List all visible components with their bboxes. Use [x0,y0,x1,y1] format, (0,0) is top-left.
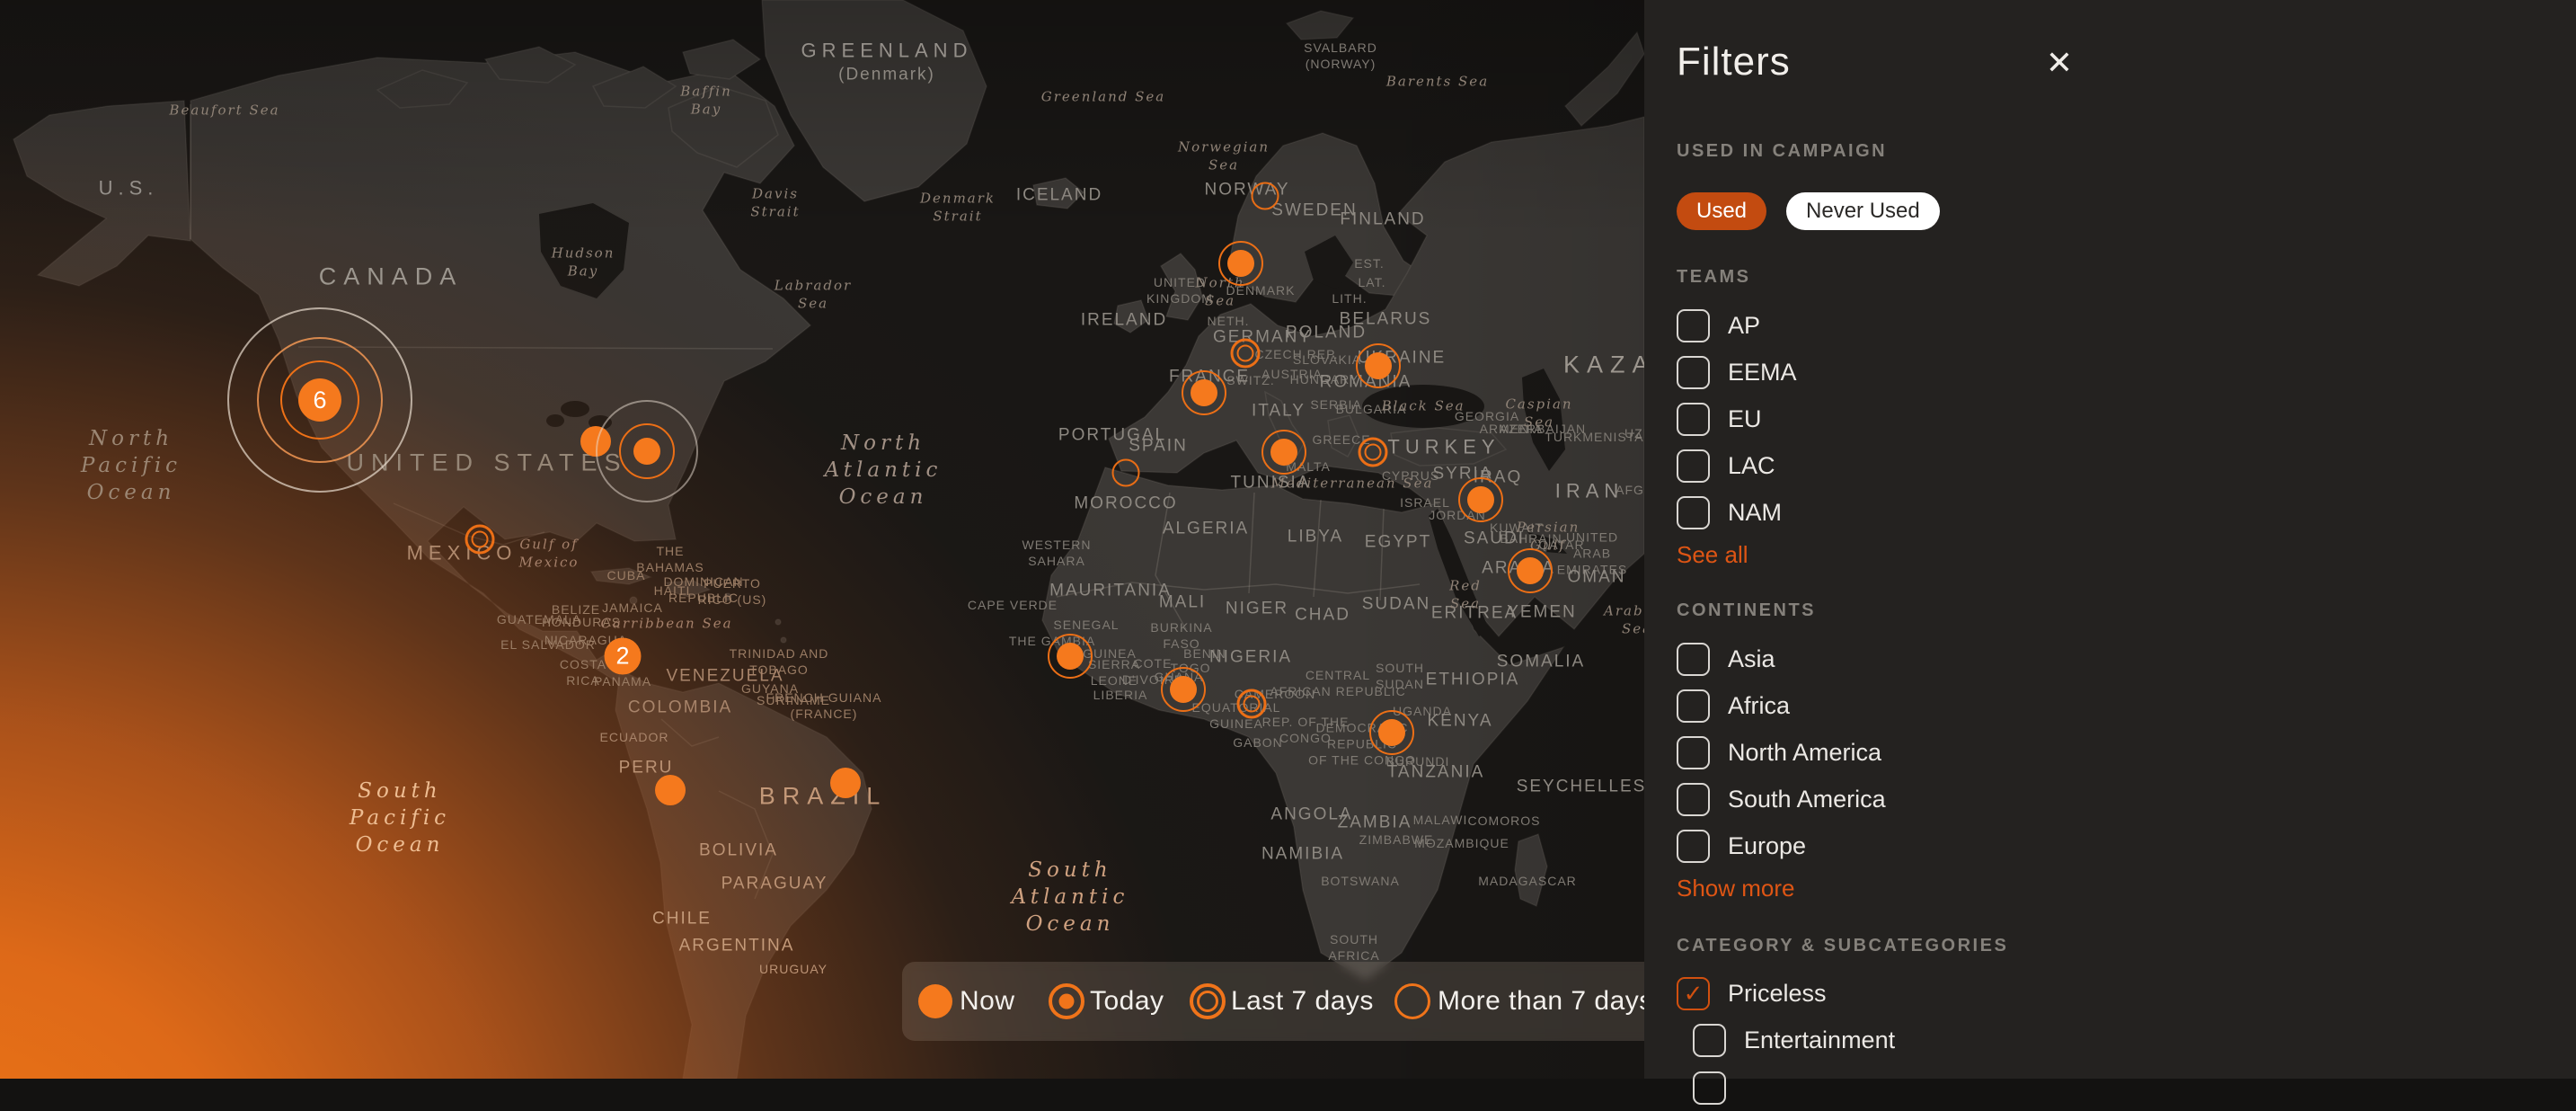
checkbox-label: Africa [1728,692,1790,720]
checkbox[interactable] [1677,830,1710,863]
checkbox[interactable] [1677,736,1710,769]
continents-list: Asia Africa North America South America Euro… [1677,635,2576,876]
map-marker-ukraine[interactable] [1365,352,1392,379]
checkbox-row-north-america[interactable]: North America [1677,729,1881,776]
checkbox[interactable] [1693,1071,1726,1105]
legend-item-now [918,962,952,1041]
teams-list: AP EEMA EU LAC NAM [1677,302,2576,543]
checkbox-row-asia[interactable]: Asia [1677,635,1775,682]
checkbox[interactable] [1693,1024,1726,1057]
map-marker-brazil[interactable] [830,768,861,798]
checkbox-row-ap[interactable]: AP [1677,302,1760,349]
map-marker-greece[interactable] [1359,438,1388,467]
checkbox-checked-icon[interactable] [1677,977,1710,1010]
map-markers-layer: 62 [0,0,1644,1079]
checkbox-label: Europe [1728,832,1806,860]
map-legend: NowTodayLast 7 daysMore than 7 days ago [902,962,1711,1041]
legend-item-today [1049,962,1084,1041]
map-marker-norway[interactable] [1252,182,1279,210]
checkbox[interactable] [1677,449,1710,483]
map-marker-ghana[interactable] [1170,676,1197,703]
checkbox-label: Asia [1728,645,1775,673]
checkbox-row-nam[interactable]: NAM [1677,489,1782,536]
map-marker-germany[interactable] [1231,339,1261,369]
map-marker-dr-congo[interactable] [1378,719,1405,746]
marker-count: 6 [313,387,326,414]
checkbox[interactable] [1677,496,1710,529]
app-root: U.S.CANADAUNITED STATESMEXICOBRAZILKAZAK… [0,0,2576,1079]
chip-never-used[interactable]: Never Used [1786,192,1940,230]
checkbox[interactable] [1677,643,1710,676]
checkbox-row-europe[interactable]: Europe [1677,822,1806,869]
section-used-in-campaign-label: USED IN CAMPAIGN [1677,141,1887,162]
categories-list: Priceless Entertainment [1677,970,2576,1079]
map-marker-denmark[interactable] [1227,250,1254,277]
map-marker-us-west-cluster[interactable]: 6 [298,378,341,422]
map-marker-saudi-arabia[interactable] [1517,557,1544,584]
double-legend-icon [1190,983,1226,1019]
panel-title: Filters [1677,40,1791,84]
checkbox-row-lac[interactable]: LAC [1677,442,1775,489]
checkbox-row-priceless[interactable]: Priceless [1677,970,1827,1017]
checkbox-row-eu[interactable]: EU [1677,396,1762,442]
map-marker-iraq[interactable] [1467,486,1494,513]
checkbox-label: AP [1728,312,1760,340]
map-marker-us-east[interactable] [633,438,660,465]
checkbox[interactable] [1677,403,1710,436]
continents-show-more-link[interactable]: Show more [1677,875,1795,902]
legend-label: Last 7 days [1231,962,1374,1041]
used-in-campaign-chips: Used Never Used [1677,192,1940,230]
map-marker-central-america-cluster[interactable]: 2 [605,638,642,675]
checkbox-row-south-america[interactable]: South America [1677,776,1886,822]
checkbox[interactable] [1677,783,1710,816]
checkbox-label: LAC [1728,452,1775,480]
checkbox-row-entertainment[interactable]: Entertainment [1693,1018,1895,1064]
solid-legend-icon [918,984,952,1018]
legend-label: Now [960,962,1015,1041]
map-marker-guinea[interactable] [1057,643,1084,670]
section-teams-label: TEAMS [1677,267,1751,288]
checkbox-label: Priceless [1728,980,1827,1008]
map-marker-peru[interactable] [655,775,686,805]
filters-panel: Filters ✕ USED IN CAMPAIGN Used Never Use… [1644,0,2576,1079]
map-marker-morocco[interactable] [1112,459,1140,487]
checkbox-label: South America [1728,786,1886,813]
section-categories-label: CATEGORY & SUBCATEGORIES [1677,936,2008,956]
checkbox-row-eema[interactable]: EEMA [1677,349,1797,396]
teams-see-all-link[interactable]: See all [1677,541,1748,569]
checkbox-label: NAM [1728,499,1782,527]
checkbox-row-partial[interactable] [1693,1064,1744,1111]
close-icon[interactable]: ✕ [2038,41,2081,84]
checkbox[interactable] [1677,356,1710,389]
checkbox-label: EU [1728,405,1762,433]
checkbox[interactable] [1677,309,1710,342]
checkbox-label: EEMA [1728,359,1797,387]
checkbox-label: Entertainment [1744,1027,1895,1054]
checkbox-label: North America [1728,739,1881,767]
marker-count: 2 [615,643,629,671]
map-marker-france[interactable] [1191,379,1217,406]
chip-used[interactable]: Used [1677,192,1766,230]
section-continents-label: CONTINENTS [1677,600,1816,621]
legend-item-more-than-7-days-ago [1394,962,1430,1041]
checkbox[interactable] [1677,689,1710,723]
legend-item-last-7-days [1190,962,1226,1041]
ringdot-legend-icon [1049,983,1084,1019]
map-marker-sicily-malta[interactable] [1270,439,1297,466]
map-marker-mexico[interactable] [465,525,495,555]
ring-legend-icon [1394,983,1430,1019]
map-marker-cameroon[interactable] [1237,689,1267,719]
checkbox-row-africa[interactable]: Africa [1677,682,1790,729]
legend-label: Today [1090,962,1164,1041]
